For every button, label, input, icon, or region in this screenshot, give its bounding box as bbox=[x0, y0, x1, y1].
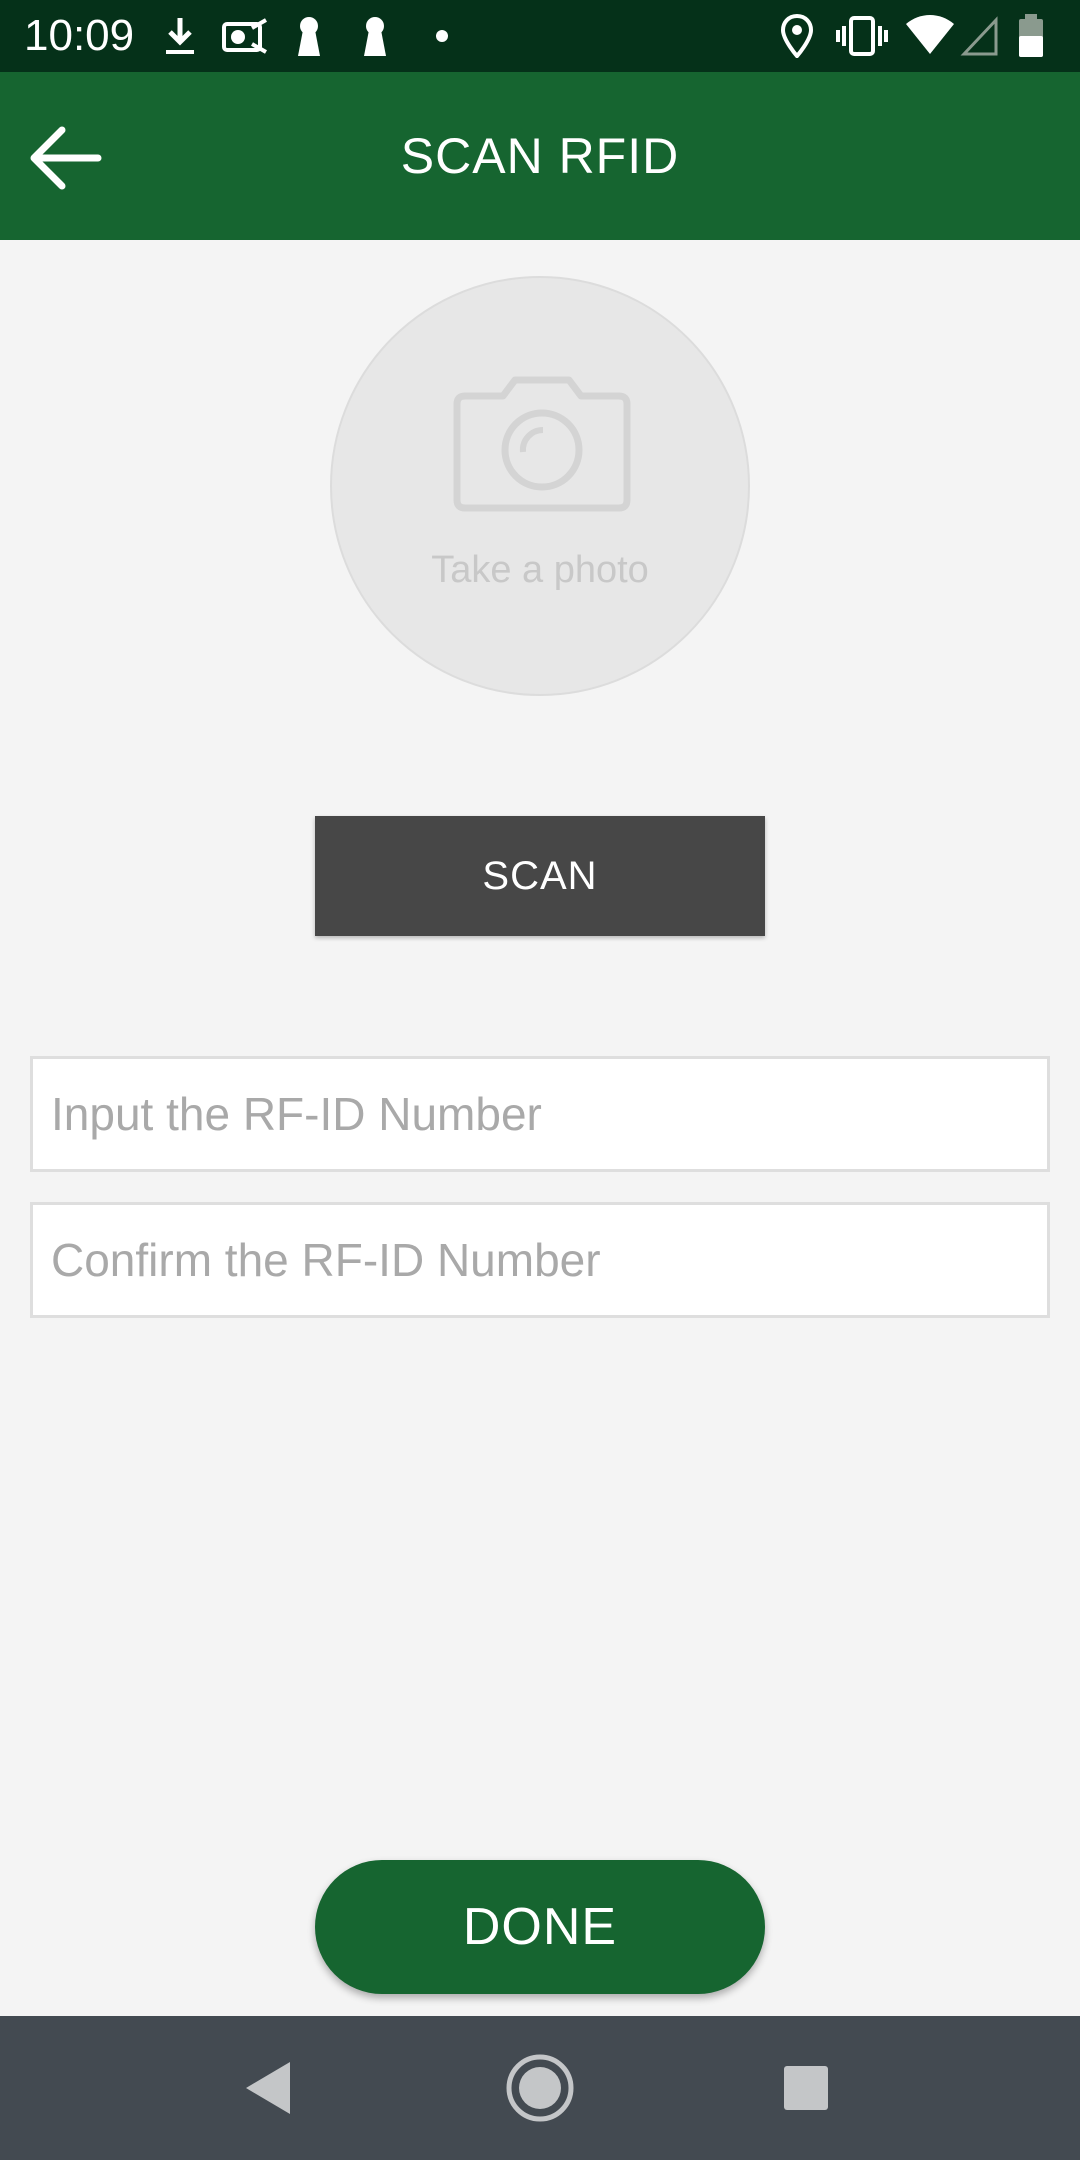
done-button[interactable]: DONE bbox=[315, 1860, 765, 1994]
download-icon bbox=[166, 18, 194, 54]
camera-icon bbox=[453, 376, 631, 512]
battery-icon bbox=[1019, 14, 1043, 57]
app-bar: SCAN RFID bbox=[0, 72, 1080, 240]
vibrate-icon bbox=[836, 16, 888, 56]
dot-icon bbox=[436, 30, 448, 42]
take-photo-label: Take a photo bbox=[431, 549, 649, 591]
system-nav-bar bbox=[0, 2016, 1080, 2160]
nav-home-icon[interactable] bbox=[490, 2038, 590, 2138]
cast-icon bbox=[222, 18, 267, 54]
status-time: 10:09 bbox=[24, 11, 135, 60]
location-icon bbox=[780, 14, 814, 58]
signal-icon bbox=[960, 16, 998, 56]
nav-back-icon[interactable] bbox=[220, 2038, 320, 2138]
wifi-icon bbox=[906, 15, 954, 54]
nav-recents-icon[interactable] bbox=[756, 2038, 856, 2138]
status-bar: 10:09 bbox=[0, 0, 1080, 72]
rfid-number-confirm-input[interactable] bbox=[30, 1202, 1050, 1318]
keyhole-icon bbox=[298, 17, 320, 56]
take-photo-button[interactable]: Take a photo bbox=[330, 276, 750, 696]
keyhole-icon bbox=[364, 17, 386, 56]
rfid-number-input[interactable] bbox=[30, 1056, 1050, 1172]
scan-button[interactable]: SCAN bbox=[315, 816, 765, 936]
page-title: SCAN RFID bbox=[400, 128, 680, 184]
